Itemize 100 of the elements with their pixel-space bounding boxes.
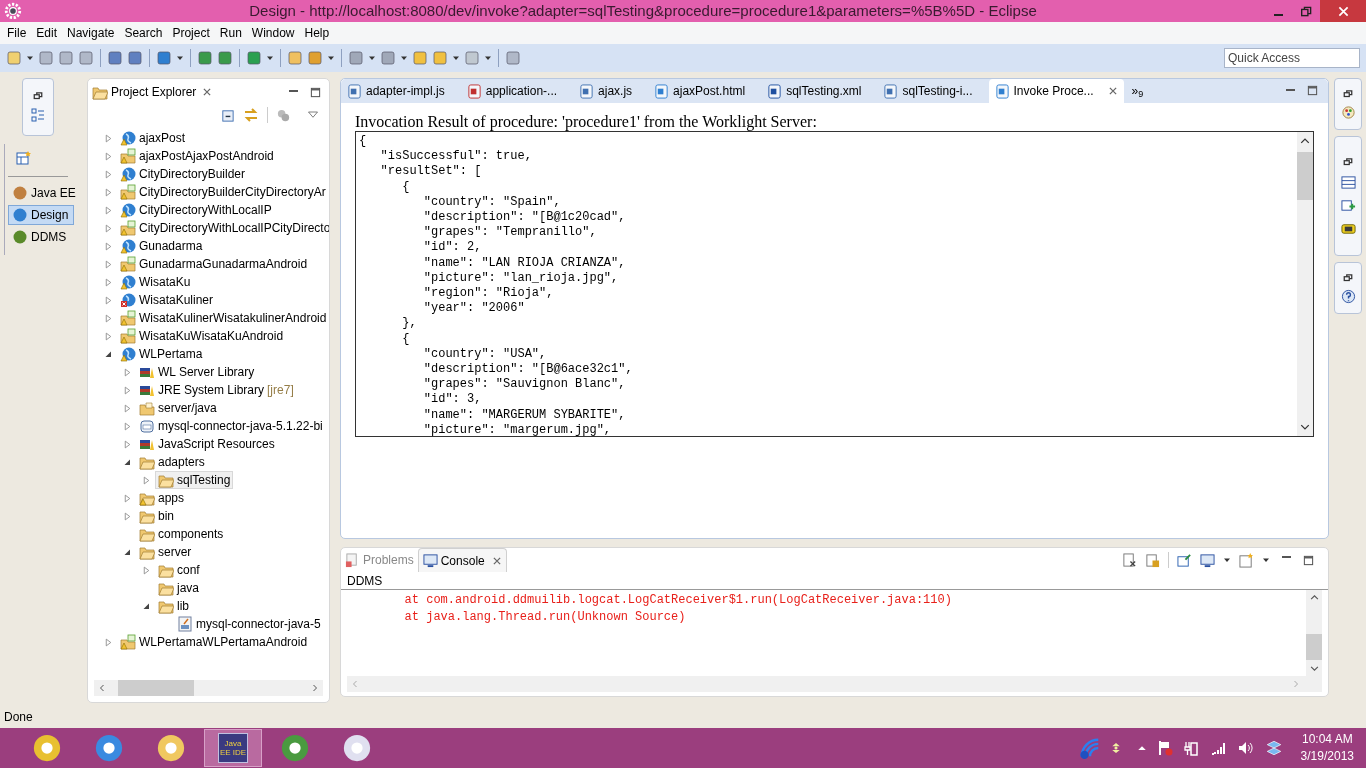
dropdown-icon[interactable] <box>484 54 492 62</box>
expand-arrow-icon[interactable] <box>103 277 113 287</box>
link-icon[interactable] <box>243 107 259 123</box>
tree-item[interactable]: bin <box>136 507 177 525</box>
dropdown-icon[interactable] <box>452 54 460 62</box>
maximize-icon[interactable] <box>310 86 321 98</box>
close-icon[interactable] <box>202 87 213 97</box>
view-menu-icon[interactable] <box>307 109 319 121</box>
perspective-button[interactable]: Design <box>8 205 74 225</box>
scroll-right-icon[interactable] <box>311 684 319 692</box>
collapse-all-icon[interactable] <box>220 107 235 123</box>
menu-item[interactable]: Navigate <box>62 22 120 44</box>
editor-tab[interactable]: ajax.js <box>573 79 639 103</box>
tree-item[interactable]: WisataKu <box>117 273 194 291</box>
tree-item[interactable]: sqlTesting <box>155 471 234 489</box>
display-console-icon[interactable] <box>1200 552 1215 568</box>
quick-access-field[interactable]: Quick Access <box>1224 48 1360 68</box>
menu-item[interactable]: File <box>2 22 32 44</box>
expand-arrow-icon[interactable] <box>122 385 132 395</box>
restore-icon[interactable] <box>1300 5 1312 17</box>
editor-tab[interactable]: Invoke Proce... <box>988 79 1124 103</box>
minimize-icon[interactable] <box>289 89 298 92</box>
expand-arrow-icon[interactable] <box>103 313 113 323</box>
collapse-arrow-icon[interactable] <box>104 350 112 358</box>
perspective-button[interactable]: Java EE <box>8 183 74 203</box>
scroll-thumb[interactable] <box>1297 152 1313 200</box>
tree-item[interactable]: lib <box>155 597 192 615</box>
expand-arrow-icon[interactable] <box>122 439 132 449</box>
menu-item[interactable]: Search <box>119 22 168 44</box>
scroll-up-icon[interactable] <box>1300 136 1310 146</box>
expand-arrow-icon[interactable] <box>103 151 113 161</box>
expand-arrow-icon[interactable] <box>103 295 113 305</box>
vertical-scrollbar[interactable] <box>1297 132 1313 436</box>
expand-arrow-icon[interactable] <box>103 133 113 143</box>
clock-date[interactable]: 3/19/2013 <box>1300 748 1354 765</box>
dropdown-icon[interactable] <box>176 54 184 62</box>
dropdown-icon[interactable] <box>266 54 274 62</box>
scroll-lock-icon[interactable] <box>1145 552 1160 568</box>
menu-item[interactable]: Help <box>299 22 335 44</box>
gear-icon[interactable] <box>4 2 22 20</box>
menu-item[interactable]: Project <box>167 22 215 44</box>
tree-item[interactable]: ajaxPostAjaxPostAndroid <box>117 147 277 165</box>
menu-item[interactable]: Edit <box>31 22 63 44</box>
expand-arrow-icon[interactable] <box>122 421 132 431</box>
tree-item[interactable]: WisataKulinerWisatakulinerAndroid <box>117 309 329 327</box>
expand-arrow-icon[interactable] <box>103 187 113 197</box>
editor-tab[interactable]: sqlTesting.xml <box>761 79 868 103</box>
collapse-arrow-icon[interactable] <box>123 548 131 556</box>
expand-arrow-icon[interactable] <box>103 223 113 233</box>
tree-item[interactable]: java <box>155 579 202 597</box>
collapse-arrow-icon[interactable] <box>142 602 150 610</box>
editor-tab[interactable]: ajaxPost.html <box>648 79 752 103</box>
expand-arrow-icon[interactable] <box>122 493 132 503</box>
editor-tab[interactable]: application-... <box>460 79 564 103</box>
tree-item[interactable]: CityDirectoryBuilderCityDirectoryAr <box>117 183 329 201</box>
scroll-down-icon[interactable] <box>1300 422 1310 432</box>
expand-arrow-icon[interactable] <box>122 367 132 377</box>
tree-item[interactable]: server/java <box>136 399 220 417</box>
tree-item[interactable]: CityDirectoryWithLocalIPCityDirecto <box>117 219 329 237</box>
minimize-icon[interactable] <box>1273 14 1283 16</box>
console-tab[interactable]: Console <box>417 548 507 572</box>
more-tabs-button[interactable]: »$_{9}$ <box>1131 82 1144 100</box>
maximize-icon[interactable] <box>1303 554 1314 566</box>
expand-arrow-icon[interactable] <box>103 169 113 179</box>
help-icon[interactable] <box>1340 288 1356 304</box>
expand-arrow-icon[interactable] <box>141 475 151 485</box>
wifi-icon[interactable] <box>1078 737 1101 759</box>
tree-item[interactable]: CityDirectoryBuilder <box>117 165 249 183</box>
tree-item[interactable]: WL Server Library <box>136 363 258 381</box>
collapse-arrow-icon[interactable] <box>123 458 131 466</box>
tree-item[interactable]: adapters <box>136 453 208 471</box>
editor-tab[interactable]: adapter-impl.js <box>341 79 451 103</box>
tree-item[interactable]: apps <box>136 489 188 507</box>
expand-arrow-icon[interactable] <box>122 511 132 521</box>
clock-time[interactable]: 10:04 AM <box>1301 731 1353 748</box>
tree-item[interactable]: Gunadarma <box>117 237 206 255</box>
vertical-scrollbar[interactable] <box>1306 590 1322 676</box>
power-icon[interactable] <box>1182 740 1199 756</box>
close-icon[interactable] <box>1107 86 1118 96</box>
menu-item[interactable]: Window <box>246 22 300 44</box>
tree-item[interactable]: GunadarmaGunadarmaAndroid <box>117 255 311 273</box>
expand-arrow-icon[interactable] <box>122 403 132 413</box>
horizontal-scrollbar[interactable] <box>94 680 323 696</box>
scroll-thumb[interactable] <box>118 680 194 696</box>
dropdown-icon[interactable] <box>400 54 408 62</box>
tree-item[interactable]: WisataKuWisataKuAndroid <box>117 327 287 345</box>
close-icon[interactable] <box>491 555 502 566</box>
outline-icon[interactable] <box>30 107 46 123</box>
restore-icon[interactable] <box>33 91 43 101</box>
expand-arrow-icon[interactable] <box>103 205 113 215</box>
tree-item[interactable]: mysql-connector-java-5.1.22-bi <box>136 417 326 435</box>
tree-item[interactable]: conf <box>155 561 203 579</box>
console-tab[interactable]: Problems <box>341 548 418 572</box>
expand-arrow-icon[interactable] <box>103 259 113 269</box>
taskbar-app-button[interactable]: Java EE IDE <box>204 729 262 767</box>
dropdown-icon[interactable] <box>1262 556 1270 564</box>
perspective-button[interactable]: DDMS <box>8 227 74 247</box>
scroll-thumb[interactable] <box>1306 634 1322 660</box>
restore-icon[interactable] <box>1343 156 1353 167</box>
new-console-icon[interactable] <box>1239 552 1254 568</box>
